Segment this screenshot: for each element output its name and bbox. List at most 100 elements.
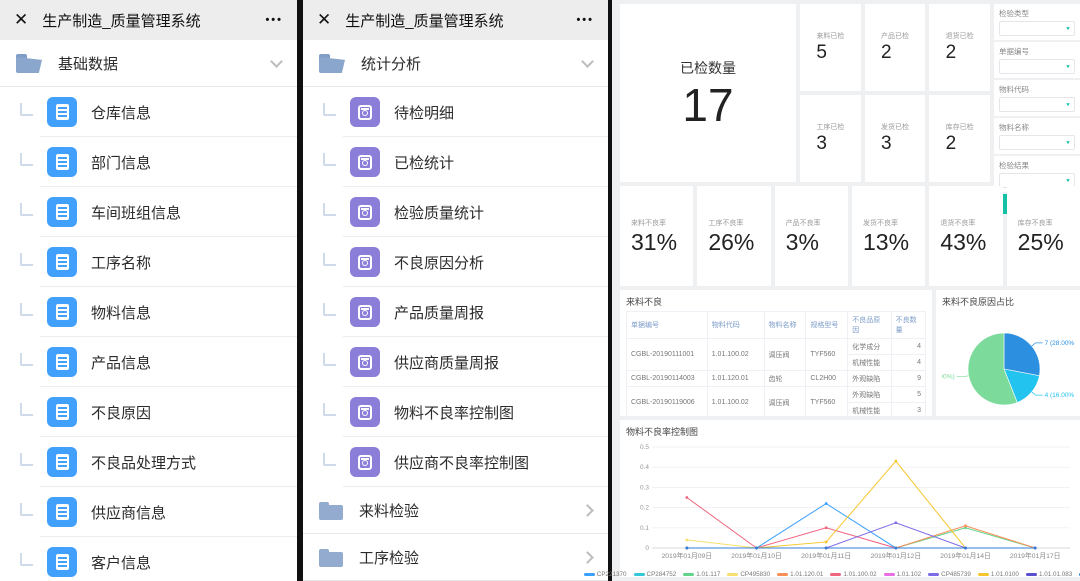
tree-item-data[interactable]: 车间班组信息	[0, 187, 297, 237]
count-card: 工序已检3	[800, 95, 861, 182]
tree-item-data[interactable]: 不良品处理方式	[0, 437, 297, 487]
tree-item-data[interactable]: 部门信息	[0, 137, 297, 187]
legend-item[interactable]: CP284752	[634, 571, 677, 578]
tree-branch-icon	[20, 203, 33, 216]
legend-marker-icon	[884, 573, 895, 576]
defect-reason-pie-card: 来料不良原因占比 7 (28.00%)4 (16.00%)14 (56.00%)	[936, 290, 1080, 416]
tree-item-report[interactable]: 供应商质量周报	[303, 337, 608, 387]
folder-open-icon	[16, 54, 42, 73]
folder-basic-data[interactable]: 基础数据	[0, 40, 297, 87]
pie-slice[interactable]	[1004, 333, 1040, 376]
more-menu-icon[interactable]: •••	[576, 14, 594, 26]
legend-label: CP485739	[941, 571, 971, 578]
legend-item[interactable]: 1.01.117	[683, 571, 720, 578]
column-header: 物料代码	[707, 312, 764, 339]
tree-item-data[interactable]: 仓库信息	[0, 87, 297, 137]
dropdown-caret-icon: ▼	[1065, 102, 1071, 107]
svg-text:0: 0	[645, 545, 649, 552]
tree-item-report[interactable]: 不良原因分析	[303, 237, 608, 287]
legend-marker-icon	[634, 573, 645, 576]
x-axis-label: 2019年01月12日	[871, 551, 922, 560]
folder-open-icon	[319, 54, 345, 73]
tree-item-data[interactable]: 物料信息	[0, 287, 297, 337]
tree-branch-icon	[323, 453, 336, 466]
filter-dropdown[interactable]: ▼	[999, 59, 1075, 74]
legend-item[interactable]: CP495830	[727, 571, 770, 578]
legend-item[interactable]: CP221370	[584, 571, 627, 578]
report-icon	[350, 97, 380, 127]
statistics-list: 待检明细已检统计检验质量统计不良原因分析产品质量周报供应商质量周报物料不良率控制…	[303, 87, 608, 581]
tree-item-report[interactable]: 物料不良率控制图	[303, 387, 608, 437]
dropdown-caret-icon: ▼	[1065, 26, 1071, 31]
legend-item[interactable]: 1.01.100.02	[830, 571, 876, 578]
filter-field-label: 检验类型	[999, 8, 1075, 19]
legend-label: 1.01.01.083	[1039, 571, 1072, 578]
tree-branch-icon	[323, 153, 336, 166]
incoming-defect-table-card: 来料不良 单据编号物料代码物料名称规格型号不良品原因不良数量 CGBL-2019…	[620, 290, 932, 416]
tree-item-label: 部门信息	[91, 152, 151, 173]
tree-item-report[interactable]: 已检统计	[303, 137, 608, 187]
legend-item[interactable]: 1.01.120.01	[777, 571, 823, 578]
tree-item-data[interactable]: 工序名称	[0, 237, 297, 287]
tree-item-report[interactable]: 产品质量周报	[303, 287, 608, 337]
table-row[interactable]: CGBL-201901140031.01.120.01齿轮CL2H00外观缺陷9	[627, 371, 926, 387]
close-icon[interactable]: ✕	[14, 10, 28, 30]
svg-text:0.4: 0.4	[640, 464, 649, 471]
folder-item[interactable]: 来料检验	[303, 487, 608, 534]
pie-label: 14 (56.00%)	[942, 374, 955, 381]
line-chart: 00.10.20.30.40.52019年01月09日2019年01月10日20…	[626, 441, 1074, 566]
report-icon	[350, 447, 380, 477]
tree-item-report[interactable]: 待检明细	[303, 87, 608, 137]
tree-branch-icon	[20, 503, 33, 516]
tree-item-label: 供应商信息	[91, 502, 166, 523]
folder-label: 基础数据	[58, 53, 272, 74]
filter-dropdown[interactable]: ▼	[999, 21, 1075, 36]
inspected-total-label: 已检数量	[680, 58, 736, 78]
count-label: 退货已检	[946, 31, 974, 41]
tree-branch-icon	[20, 303, 33, 316]
legend-item[interactable]: 1.01.0100	[978, 571, 1019, 578]
filter-dropdown[interactable]: ▼	[999, 97, 1075, 112]
tree-item-report[interactable]: 检验质量统计	[303, 187, 608, 237]
rate-value: 3%	[786, 230, 821, 254]
count-card: 退货已检2	[929, 4, 990, 91]
folder-item[interactable]: 工序检验	[303, 534, 608, 581]
series-line	[687, 504, 1035, 548]
app-header: ✕ 生产制造_质量管理系统 •••	[303, 0, 608, 40]
legend-label: CP221370	[597, 571, 627, 578]
filter-field-label: 单据编号	[999, 46, 1075, 57]
legend-item[interactable]: 1.01.102	[884, 571, 922, 578]
filter-dropdown[interactable]: ▼	[999, 135, 1075, 150]
tree-branch-icon	[323, 103, 336, 116]
close-icon[interactable]: ✕	[317, 10, 331, 30]
more-menu-icon[interactable]: •••	[265, 14, 283, 26]
tree-item-data[interactable]: 产品信息	[0, 337, 297, 387]
dropdown-caret-icon: ▼	[1065, 140, 1071, 145]
table-header: 单据编号物料代码物料名称规格型号不良品原因不良数量	[627, 312, 926, 339]
tree-item-data[interactable]: 供应商信息	[0, 487, 297, 537]
tree-item-label: 产品质量周报	[394, 302, 484, 323]
tree-item-data[interactable]: 不良原因	[0, 387, 297, 437]
folder-statistics[interactable]: 统计分析	[303, 40, 608, 87]
document-icon	[47, 297, 77, 327]
tree-item-report[interactable]: 供应商不良率控制图	[303, 437, 608, 487]
legend-item[interactable]: 1.01.01.083	[1026, 571, 1072, 578]
table-row[interactable]: CGBL-201901110011.01.100.02调压阀TYF560化学成分…	[627, 339, 926, 355]
incoming-defect-table: 单据编号物料代码物料名称规格型号不良品原因不良数量 CGBL-201901110…	[626, 311, 926, 435]
report-icon	[350, 247, 380, 277]
document-icon	[47, 497, 77, 527]
report-icon	[350, 197, 380, 227]
basic-data-panel: ✕ 生产制造_质量管理系统 ••• 基础数据 仓库信息部门信息车间班组信息工序名…	[0, 0, 297, 581]
folder-closed-icon	[319, 549, 343, 567]
chevron-right-icon	[581, 551, 594, 564]
table-row[interactable]: CGBL-201901190061.01.100.02调压阀TYF560外观缺陷…	[627, 387, 926, 403]
tree-item-label: 检验质量统计	[394, 202, 484, 223]
document-icon	[47, 447, 77, 477]
column-header: 规格型号	[806, 312, 848, 339]
count-label: 库存已检	[946, 122, 974, 132]
tree-branch-icon	[20, 103, 33, 116]
tree-branch-icon	[323, 403, 336, 416]
legend-item[interactable]: CP485739	[928, 571, 971, 578]
statistics-panel: ✕ 生产制造_质量管理系统 ••• 统计分析 待检明细已检统计检验质量统计不良原…	[303, 0, 608, 581]
tree-item-data[interactable]: 客户信息	[0, 537, 297, 581]
